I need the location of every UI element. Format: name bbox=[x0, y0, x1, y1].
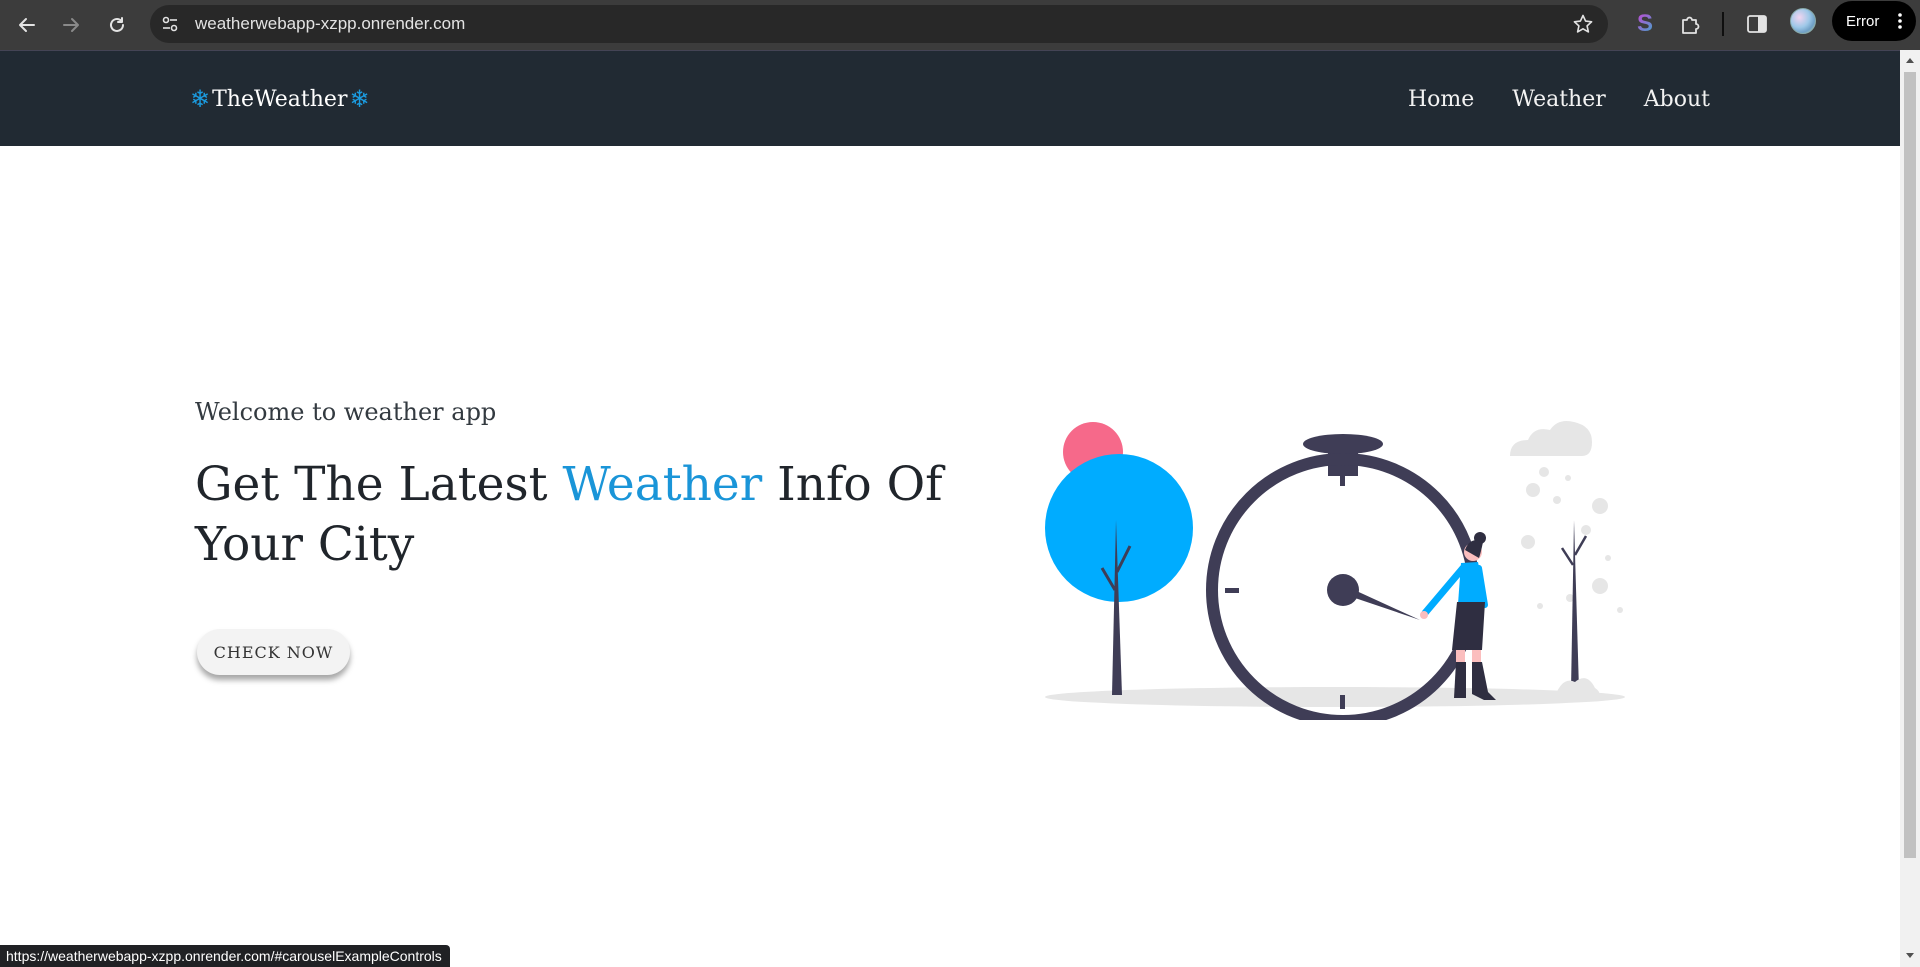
web-page: ❄ TheWeather ❄ Home Weather About Welcom… bbox=[0, 50, 1900, 967]
profile-avatar[interactable] bbox=[1790, 8, 1816, 34]
snowflake-icon: ❄ bbox=[190, 85, 211, 113]
profile-error-button[interactable]: Error bbox=[1832, 1, 1916, 41]
hero-title-accent: Weather bbox=[562, 457, 763, 512]
link-status-bubble: https://weatherwebapp-xzpp.onrender.com/… bbox=[0, 945, 450, 967]
bookmark-star-icon[interactable] bbox=[1572, 13, 1594, 35]
back-button[interactable] bbox=[11, 9, 43, 41]
nav-home[interactable]: Home bbox=[1408, 87, 1474, 112]
reload-button[interactable] bbox=[101, 9, 133, 41]
hero-title: Get The Latest Weather Info Of Your City bbox=[195, 455, 955, 575]
reload-icon bbox=[110, 17, 124, 32]
hero-title-start: Get The Latest bbox=[195, 457, 563, 512]
page-scrollbar[interactable] bbox=[1900, 50, 1920, 967]
url-text[interactable]: weatherwebapp-xzpp.onrender.com bbox=[195, 5, 465, 43]
site-settings-icon[interactable] bbox=[160, 14, 180, 34]
scrollbar-thumb[interactable] bbox=[1904, 72, 1916, 858]
arrow-left-icon bbox=[19, 18, 35, 32]
browser-toolbar: weatherwebapp-xzpp.onrender.com S Error bbox=[0, 0, 1920, 50]
check-now-button[interactable]: CHECK NOW bbox=[197, 629, 350, 675]
weather-clock-illustration bbox=[1045, 421, 1625, 720]
profile-error-label: Error bbox=[1846, 12, 1880, 30]
more-menu-icon bbox=[1898, 13, 1902, 29]
address-bar[interactable]: weatherwebapp-xzpp.onrender.com bbox=[150, 5, 1608, 43]
snowflake-icon: ❄ bbox=[349, 85, 370, 113]
extension-s-icon[interactable]: S bbox=[1634, 11, 1656, 37]
arrow-right-icon bbox=[63, 18, 79, 32]
scroll-up-arrow-icon[interactable] bbox=[1905, 56, 1915, 66]
forward-button[interactable] bbox=[55, 9, 87, 41]
scroll-down-arrow-icon[interactable] bbox=[1905, 950, 1915, 960]
brand-logo[interactable]: ❄ TheWeather ❄ bbox=[190, 51, 370, 147]
hero-welcome-text: Welcome to weather app bbox=[195, 398, 497, 426]
nav-about[interactable]: About bbox=[1644, 87, 1710, 112]
nav-links: Home Weather About bbox=[1408, 51, 1710, 147]
side-panel-icon[interactable] bbox=[1744, 11, 1770, 37]
nav-weather[interactable]: Weather bbox=[1512, 87, 1606, 112]
site-navbar: ❄ TheWeather ❄ Home Weather About bbox=[0, 50, 1900, 146]
brand-name: TheWeather bbox=[212, 86, 348, 112]
toolbar-divider bbox=[1722, 12, 1724, 36]
extensions-puzzle-icon[interactable] bbox=[1678, 11, 1704, 37]
